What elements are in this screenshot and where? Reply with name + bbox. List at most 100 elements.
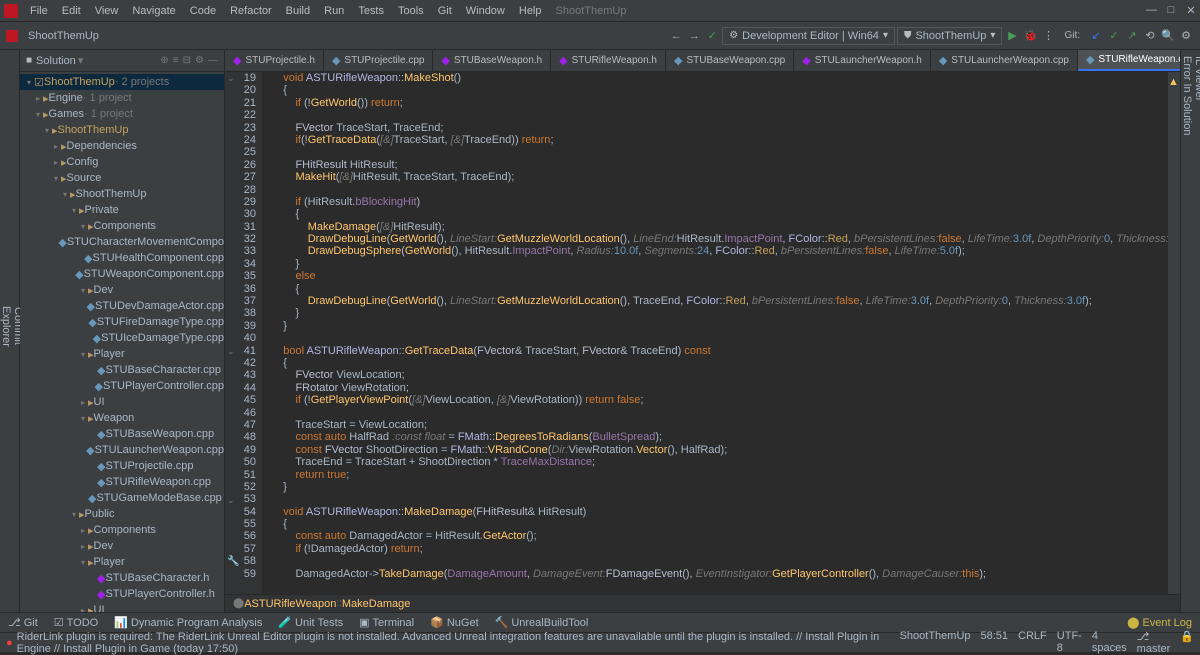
tree-row[interactable]: ▾▸ Player bbox=[20, 346, 224, 362]
hide-icon[interactable]: — bbox=[208, 55, 218, 66]
tree-row[interactable]: ◆ STUProjectile.cpp bbox=[20, 458, 224, 474]
tree-row[interactable]: ◆ STUGameModeBase.cpp bbox=[20, 490, 224, 506]
collapse-icon[interactable]: ⊟ bbox=[183, 55, 191, 66]
tree-row[interactable]: ▾▸ Private bbox=[20, 202, 224, 218]
tree-row[interactable]: ▸▸ Config bbox=[20, 154, 224, 170]
tree-row[interactable]: ◆ STUPlayerController.cpp bbox=[20, 378, 224, 394]
status-enc[interactable]: UTF-8 bbox=[1057, 630, 1082, 655]
tree-row[interactable]: ▸▸ UI bbox=[20, 394, 224, 410]
tree-row[interactable]: ▸▸ UI bbox=[20, 602, 224, 612]
code-editor[interactable]: void ASTURifleWeapon::MakeShot() { if (!… bbox=[263, 72, 1168, 594]
menu-window[interactable]: Window bbox=[460, 3, 511, 19]
menu-shootthemup[interactable]: ShootThemUp bbox=[550, 3, 633, 19]
target-icon[interactable]: ⊕ bbox=[160, 55, 168, 66]
tree-row[interactable]: ◆ STUIceDamageType.cpp bbox=[20, 330, 224, 346]
bottom-tab-todo[interactable]: ☑ TODO bbox=[46, 616, 106, 629]
bottom-tab-nuget[interactable]: 📦 NuGet bbox=[422, 616, 487, 629]
lock-icon[interactable]: 🔒 bbox=[1180, 630, 1194, 655]
debug-icon[interactable]: 🐞 bbox=[1022, 28, 1038, 44]
right-tool-strip: Error In Solution IL Viewer Database bbox=[1180, 50, 1200, 612]
git-commit-icon[interactable]: ✓ bbox=[1106, 28, 1122, 44]
tree-row[interactable]: ◆ STUBaseCharacter.h bbox=[20, 570, 224, 586]
tree-row[interactable]: ▸▸ Components bbox=[20, 522, 224, 538]
tree-row[interactable]: ▾▸ ShootThemUp bbox=[20, 186, 224, 202]
tab-STURifleWeapon.cpp[interactable]: ◆STURifleWeapon.cpp bbox=[1078, 50, 1180, 71]
tree-row[interactable]: ▸▸ Dependencies bbox=[20, 138, 224, 154]
tab-STUBaseWeapon.h[interactable]: ◆STUBaseWeapon.h bbox=[433, 50, 551, 71]
tree-row[interactable]: ▾▸ Games · 1 project bbox=[20, 106, 224, 122]
menu-edit[interactable]: Edit bbox=[56, 3, 87, 19]
status-eol[interactable]: CRLF bbox=[1018, 630, 1047, 655]
close-icon[interactable]: ✕ bbox=[1186, 4, 1196, 17]
git-pull-icon[interactable]: ↙ bbox=[1088, 28, 1104, 44]
bottom-tab-unrealbuildtool[interactable]: 🔨 UnrealBuildTool bbox=[487, 616, 597, 629]
tree-row[interactable]: ◆ STUDevDamageActor.cpp bbox=[20, 298, 224, 314]
bottom-tab-git[interactable]: ⎇ Git bbox=[0, 616, 46, 629]
menu-view[interactable]: View bbox=[89, 3, 125, 19]
tree-row[interactable]: ◆ STUWeaponComponent.cpp bbox=[20, 266, 224, 282]
menu-file[interactable]: File bbox=[24, 3, 54, 19]
tree-root[interactable]: ▾☑ ShootThemUp · 2 projects bbox=[20, 74, 224, 90]
expand-icon[interactable]: ≡ bbox=[173, 55, 179, 66]
solution-tree[interactable]: ▾☑ ShootThemUp · 2 projects ▸▸ Engine · … bbox=[20, 72, 224, 612]
tree-row[interactable]: ▾▸ Source bbox=[20, 170, 224, 186]
menu-tests[interactable]: Tests bbox=[352, 3, 390, 19]
inspection-widget[interactable]: ▲1 ✓1 ˆˇ bbox=[1168, 72, 1180, 92]
menu-navigate[interactable]: Navigate bbox=[126, 3, 181, 19]
bottom-tab-unit-tests[interactable]: 🧪 Unit Tests bbox=[270, 616, 351, 629]
build-config-dropdown[interactable]: ⚙ Development Editor | Win64 ▾ bbox=[722, 27, 895, 45]
forward-icon[interactable]: → bbox=[686, 28, 702, 44]
tab-STULauncherWeapon.cpp[interactable]: ◆STULauncherWeapon.cpp bbox=[931, 50, 1078, 71]
history-icon[interactable]: ⟲ bbox=[1142, 28, 1158, 44]
event-log-tab[interactable]: ⬤ Event Log bbox=[1119, 616, 1200, 629]
ilviewer-tab[interactable]: IL Viewer bbox=[1193, 56, 1200, 598]
breadcrumb[interactable]: ⬤ ASTURifleWeapon::MakeDamage bbox=[225, 594, 1180, 612]
tree-row[interactable]: ◆ STUCharacterMovementCompo bbox=[20, 234, 224, 250]
tree-row[interactable]: ▾▸ Public bbox=[20, 506, 224, 522]
menu-help[interactable]: Help bbox=[513, 3, 548, 19]
tab-STUProjectile.cpp[interactable]: ◆STUProjectile.cpp bbox=[324, 50, 434, 71]
tab-STURifleWeapon.h[interactable]: ◆STURifleWeapon.h bbox=[551, 50, 666, 71]
tree-row[interactable]: ▸▸ Engine · 1 project bbox=[20, 90, 224, 106]
search-icon[interactable]: 🔍 bbox=[1160, 28, 1176, 44]
menu-run[interactable]: Run bbox=[318, 3, 350, 19]
bottom-tab-terminal[interactable]: ▣ Terminal bbox=[351, 616, 422, 629]
tree-row[interactable]: ◆ STUFireDamageType.cpp bbox=[20, 314, 224, 330]
explorer-tab[interactable]: Explorer bbox=[0, 306, 12, 347]
settings-icon[interactable]: ⚙ bbox=[1178, 28, 1194, 44]
tree-row[interactable]: ◆ STUPlayerController.h bbox=[20, 586, 224, 602]
status-branch[interactable]: ⎇ master bbox=[1137, 630, 1171, 655]
maximize-icon[interactable]: □ bbox=[1166, 4, 1176, 17]
bottom-tab-dynamic-program-analysis[interactable]: 📊 Dynamic Program Analysis bbox=[106, 616, 270, 629]
tree-row[interactable]: ◆ STUBaseWeapon.cpp bbox=[20, 426, 224, 442]
errors-tab[interactable]: Error In Solution bbox=[1181, 56, 1193, 598]
tree-row[interactable]: ▾▸ Weapon bbox=[20, 410, 224, 426]
back-icon[interactable]: ← bbox=[668, 28, 684, 44]
tree-row[interactable]: ◆ STUBaseCharacter.cpp bbox=[20, 362, 224, 378]
run-config-dropdown[interactable]: ⛊ ShootThemUp ▾ bbox=[897, 27, 1002, 45]
git-push-icon[interactable]: ↗ bbox=[1124, 28, 1140, 44]
menu-code[interactable]: Code bbox=[184, 3, 222, 19]
menu-git[interactable]: Git bbox=[432, 3, 458, 19]
tree-row[interactable]: ◆ STUHealthComponent.cpp bbox=[20, 250, 224, 266]
tab-STULauncherWeapon.h[interactable]: ◆STULauncherWeapon.h bbox=[794, 50, 931, 71]
check-icon[interactable]: ✓ bbox=[704, 28, 720, 44]
tab-STUBaseWeapon.cpp[interactable]: ◆STUBaseWeapon.cpp bbox=[666, 50, 794, 71]
gear-icon[interactable]: ⚙ bbox=[195, 55, 204, 66]
menu-build[interactable]: Build bbox=[280, 3, 316, 19]
dots-icon[interactable]: ⋮ bbox=[1040, 28, 1056, 44]
tree-row[interactable]: ◆ STULauncherWeapon.cpp bbox=[20, 442, 224, 458]
tree-row[interactable]: ▾▸ ShootThemUp bbox=[20, 122, 224, 138]
tree-row[interactable]: ▾▸ Components bbox=[20, 218, 224, 234]
editor-scrollbar[interactable] bbox=[1168, 72, 1180, 594]
tree-row[interactable]: ▾▸ Dev bbox=[20, 282, 224, 298]
menu-refactor[interactable]: Refactor bbox=[224, 3, 278, 19]
status-indent[interactable]: 4 spaces bbox=[1092, 630, 1127, 655]
run-icon[interactable]: ▶ bbox=[1004, 28, 1020, 44]
menu-tools[interactable]: Tools bbox=[392, 3, 430, 19]
tab-STUProjectile.h[interactable]: ◆STUProjectile.h bbox=[225, 50, 324, 71]
tree-row[interactable]: ◆ STURifleWeapon.cpp bbox=[20, 474, 224, 490]
tree-row[interactable]: ▸▸ Dev bbox=[20, 538, 224, 554]
tree-row[interactable]: ▾▸ Player bbox=[20, 554, 224, 570]
minimize-icon[interactable]: — bbox=[1146, 4, 1156, 17]
